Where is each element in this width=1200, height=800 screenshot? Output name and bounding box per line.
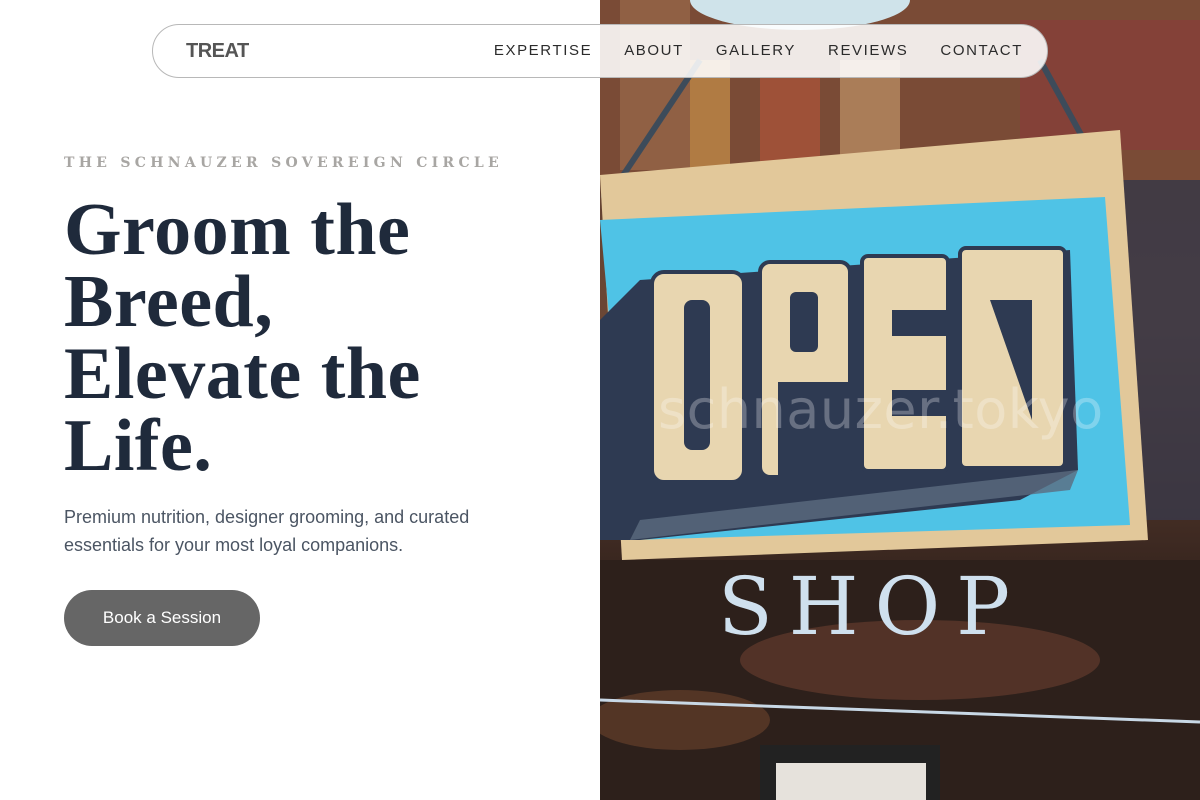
hero-subtext: Premium nutrition, designer grooming, an… <box>64 507 470 555</box>
nav-link-contact[interactable]: CONTACT <box>940 42 1023 59</box>
book-session-button[interactable]: Book a Session <box>64 590 260 646</box>
headline-line: Elevate the <box>64 333 421 415</box>
watermark-text: schnauzer.tokyo <box>658 378 1104 441</box>
shop-lettering: SHOP <box>718 560 1026 653</box>
nav-link-gallery[interactable]: GALLERY <box>716 42 796 59</box>
nav-link-reviews[interactable]: REVIEWS <box>828 42 908 59</box>
hero-photo: SHOP schnauzer.tokyo <box>600 0 1200 800</box>
headline-line: Groom the <box>64 189 411 271</box>
brand-logo[interactable]: TREAT <box>186 40 249 63</box>
hero-eyebrow: THE SCHNAUZER SOVEREIGN CIRCLE <box>64 155 503 171</box>
top-navigation: TREAT EXPERTISE ABOUT GALLERY REVIEWS CO… <box>152 24 1048 78</box>
headline-line: Life. <box>64 405 213 487</box>
nav-link-expertise[interactable]: EXPERTISE <box>494 42 592 59</box>
headline-line: Breed, <box>64 261 274 343</box>
nav-link-about[interactable]: ABOUT <box>624 42 684 59</box>
nav-links: EXPERTISE ABOUT GALLERY REVIEWS CONTACT <box>462 42 1023 59</box>
hero-headline: Groom the Breed, Elevate the Life. <box>64 189 544 487</box>
hero-left-panel: THE SCHNAUZER SOVEREIGN CIRCLE Groom the… <box>0 0 600 800</box>
